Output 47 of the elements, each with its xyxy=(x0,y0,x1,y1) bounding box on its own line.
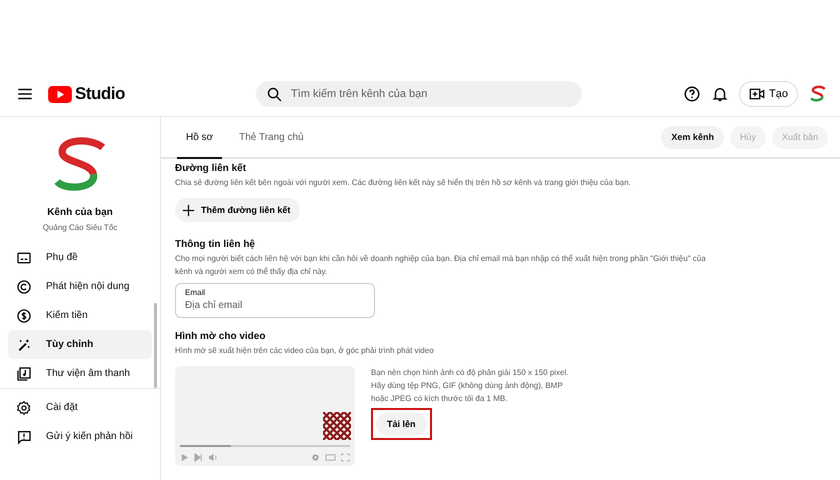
skip-icon xyxy=(194,453,203,462)
play-icon xyxy=(180,453,189,462)
settings-icon xyxy=(311,453,320,462)
help-icon[interactable] xyxy=(683,85,702,103)
section-title: Đường liên kết xyxy=(175,163,248,174)
email-field[interactable]: Email Địa chỉ email xyxy=(175,283,375,318)
settings-icon xyxy=(16,400,32,416)
create-button[interactable]: Tạo xyxy=(739,81,798,107)
upload-hint: Bạn nên chọn hình ảnh có độ phân giải 150 x 150 pixel. Hãy dùng tệp PNG, GIF (không dùng ảnh động), BMP hoặc JPEG có kích thước tối đa 1 MB. xyxy=(371,367,568,405)
watermark-pattern-icon xyxy=(323,412,351,440)
copyright-icon xyxy=(16,278,32,294)
sidebar-item[interactable]: Thư viện âm thanh xyxy=(8,359,152,388)
upload-button[interactable]: Tải lên xyxy=(376,413,427,435)
feedback-icon xyxy=(16,428,32,444)
action-button[interactable]: Xem kênh xyxy=(661,126,724,148)
search-icon xyxy=(266,86,283,102)
tab[interactable]: Thẻ Trang chủ xyxy=(230,117,313,159)
sidebar-item[interactable]: Gửi ý kiến phản hồi xyxy=(8,422,160,451)
section-title: Thông tin liên hệ xyxy=(175,239,256,250)
music-library-icon xyxy=(16,366,32,382)
studio-logo-text[interactable]: Studio xyxy=(75,84,125,104)
magic-wand-icon xyxy=(16,336,32,352)
plus-icon xyxy=(181,202,196,218)
channel-title: Kênh của bạn xyxy=(47,207,113,218)
section-title: Hình mờ cho video xyxy=(175,331,266,342)
video-add-icon xyxy=(749,86,766,102)
fullscreen-icon xyxy=(341,453,350,462)
channel-name: Quảng Cáo Siêu Tốc xyxy=(42,223,118,232)
section-description: Cho mọi người biết cách liên hệ với bạn khi cần hỏi về doanh nghiệp của bạn. Địa chỉ email mà bạn nhập có thể xuất hiện trong phần "Giới thiệu" của kênh và người xem có thể thấy địa chỉ này. xyxy=(175,253,707,278)
sidebar-item[interactable]: Cài đặt xyxy=(8,393,160,422)
sidebar-item[interactable]: Kiếm tiền xyxy=(8,301,152,330)
volume-icon xyxy=(208,453,219,462)
search-field[interactable]: Tìm kiếm trên kênh của bạn xyxy=(256,81,582,107)
scrollbar[interactable] xyxy=(154,303,157,388)
sidebar-item[interactable]: Tùy chỉnh xyxy=(8,330,152,359)
section-description: Hình mờ sẽ xuất hiện trên các video của bạn, ở góc phải trình phát video xyxy=(175,345,435,357)
avatar-logo-icon[interactable] xyxy=(808,84,828,104)
add-link-button[interactable]: Thêm đường liên kết xyxy=(175,198,300,222)
tab[interactable]: Hồ sơ xyxy=(177,117,222,159)
subtitles-icon xyxy=(16,250,32,266)
notifications-icon[interactable] xyxy=(711,85,730,103)
sidebar-item[interactable]: Phát hiện nội dung xyxy=(8,272,152,301)
play-logo-icon[interactable] xyxy=(48,86,72,102)
section-description: Chia sẻ đường liên kết bên ngoài với người xem. Các đường liên kết này sẽ hiển thị trên hồ sơ kênh và trang giới thiệu của bạn. xyxy=(175,177,632,189)
sidebar-item[interactable]: Phụ đề xyxy=(8,243,152,272)
dollar-icon xyxy=(16,308,32,324)
theater-mode-icon xyxy=(325,453,336,462)
